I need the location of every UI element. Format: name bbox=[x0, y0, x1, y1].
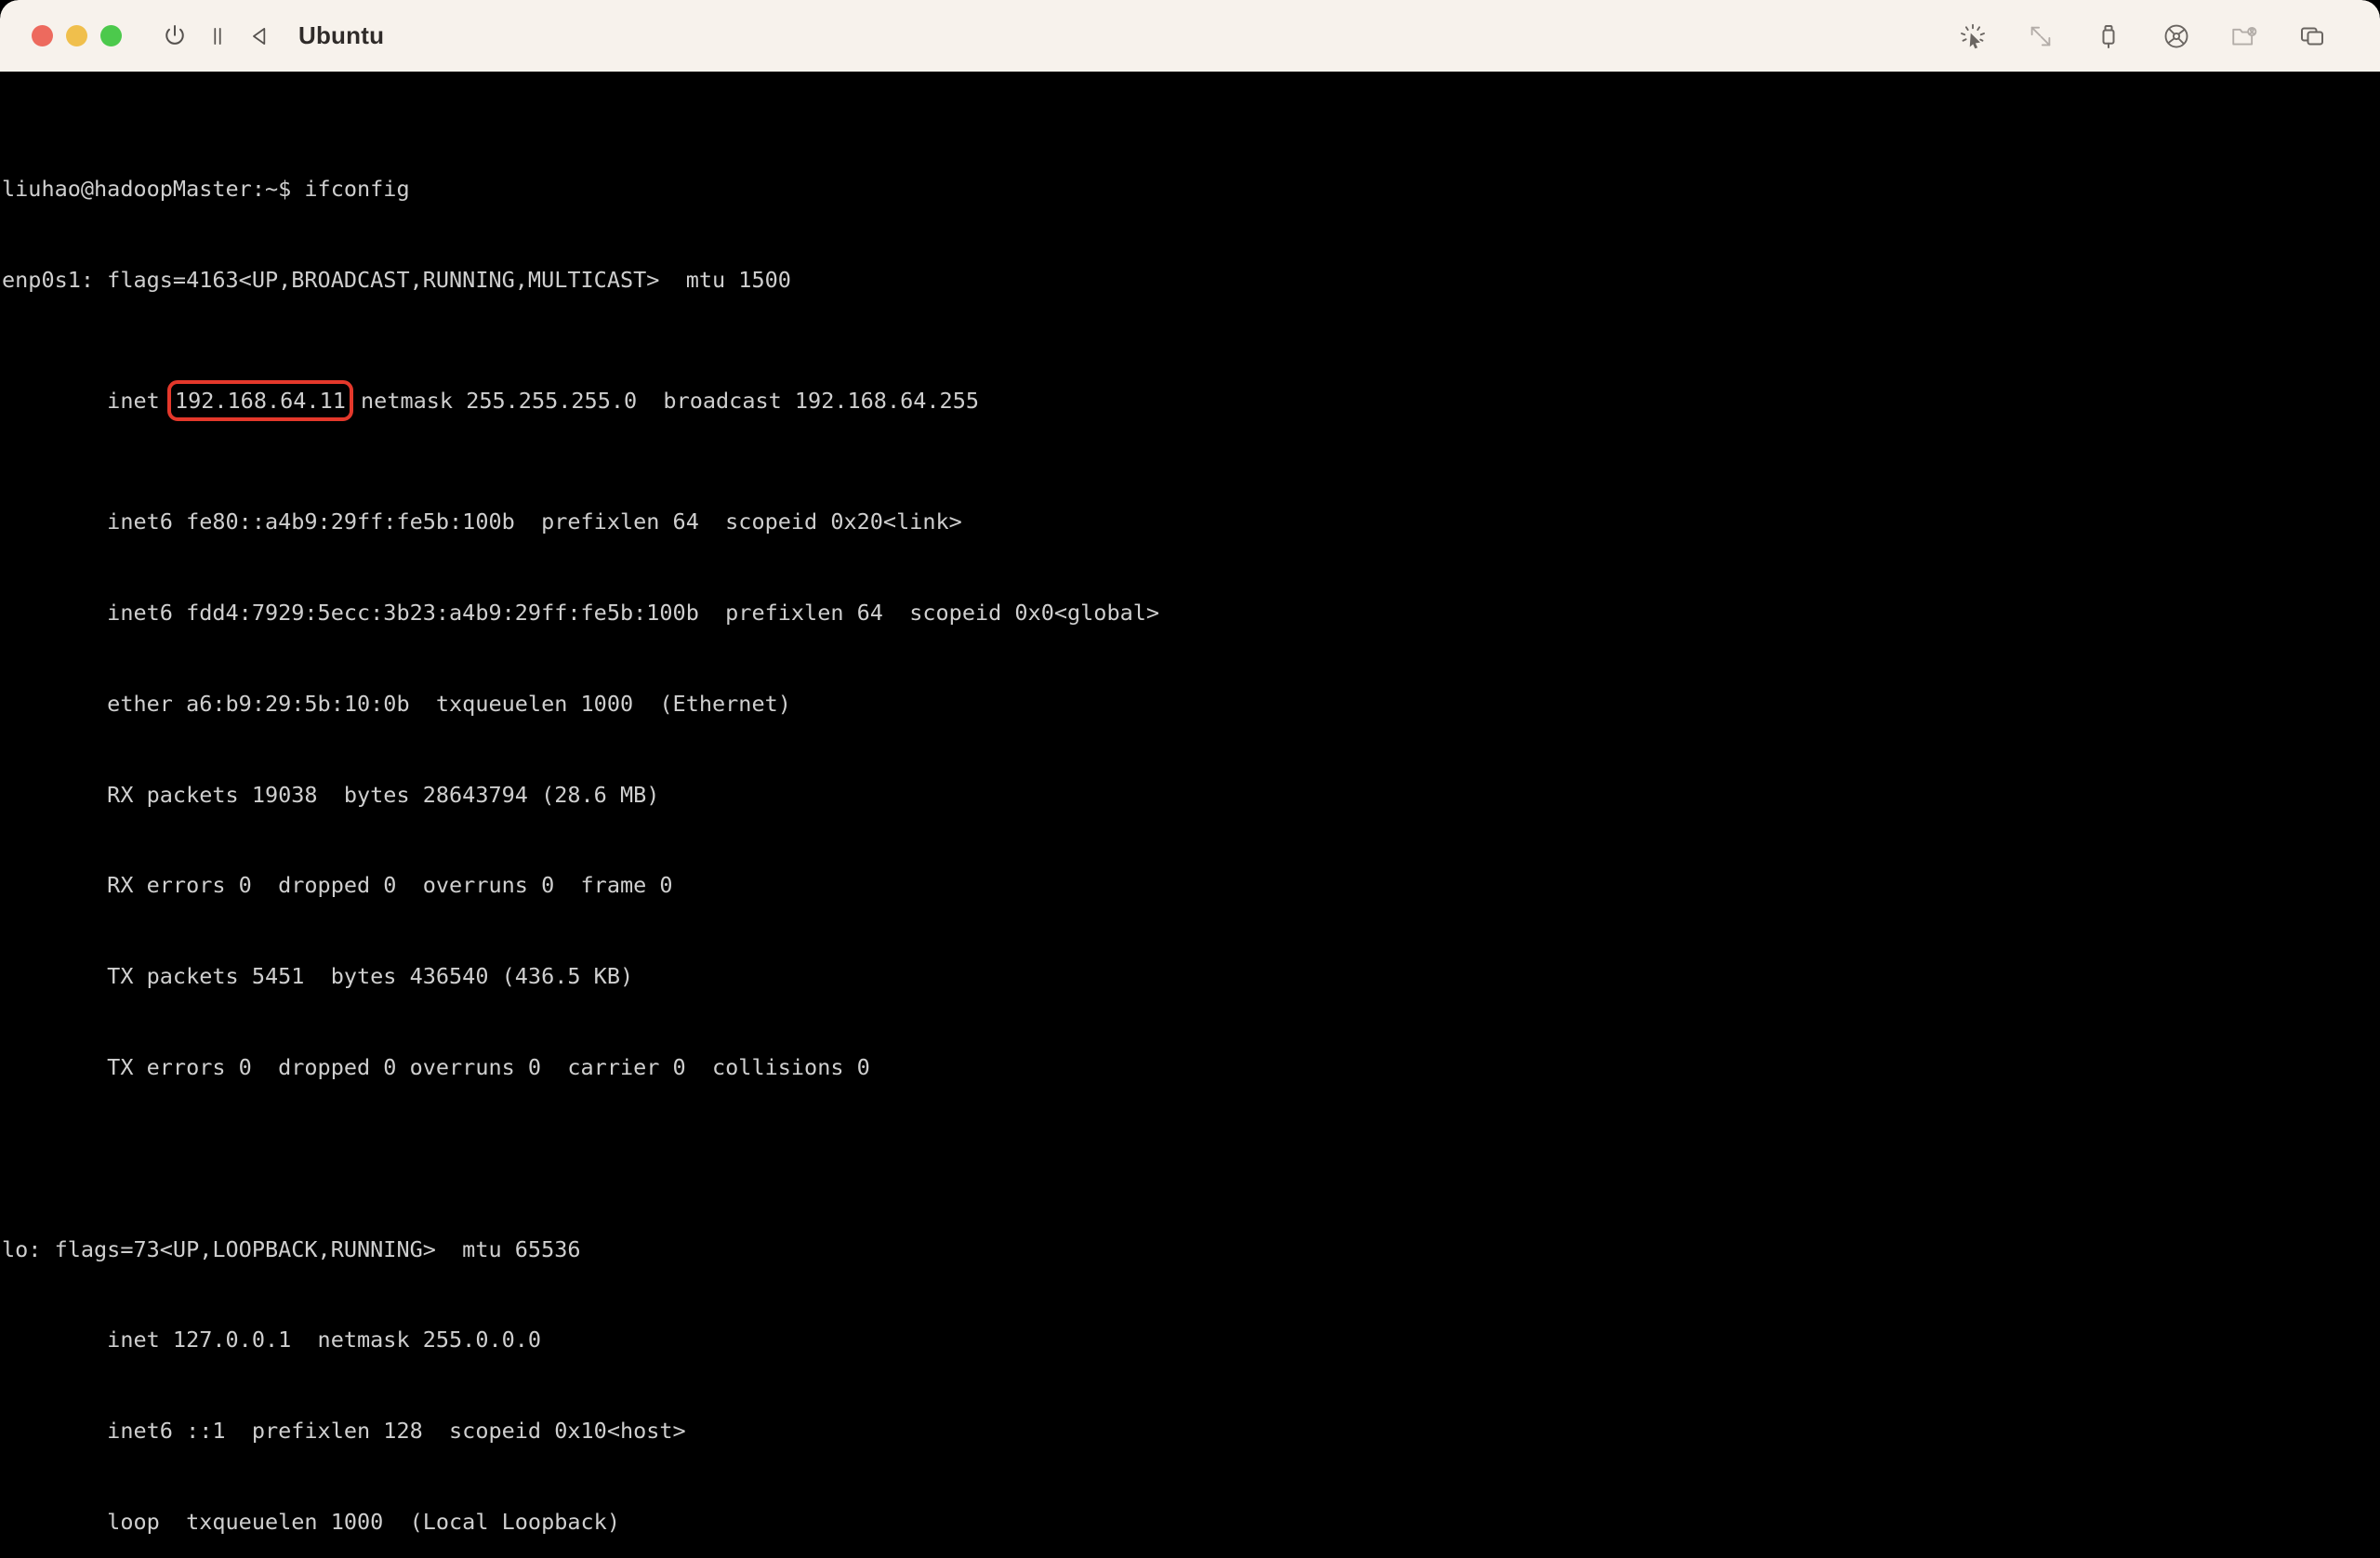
terminal-line-inet6-global: inet6 fdd4:7929:5ecc:3b23:a4b9:29ff:fe5b… bbox=[2, 600, 1160, 627]
usb-icon[interactable] bbox=[2087, 15, 2130, 58]
terminal-line-ether: ether a6:b9:29:5b:10:0b txqueuelen 1000 … bbox=[2, 690, 791, 717]
terminal-line-inet6-link: inet6 fe80::a4b9:29ff:fe5b:100b prefixle… bbox=[2, 508, 962, 535]
terminal-line-tx-errors-enp0s1: TX errors 0 dropped 0 overruns 0 carrier… bbox=[2, 1054, 870, 1080]
close-window-button[interactable] bbox=[32, 25, 53, 46]
maximize-window-button[interactable] bbox=[100, 25, 122, 46]
resize-arrows-icon[interactable] bbox=[2019, 15, 2062, 58]
window-titlebar: Ubuntu bbox=[0, 0, 2380, 72]
terminal-line-tx-packets-enp0s1: TX packets 5451 bytes 436540 (436.5 KB) bbox=[2, 963, 634, 990]
terminal-output: liuhao@hadoopMaster:~$ ifconfig enp0s1: … bbox=[0, 83, 2380, 1558]
terminal-screen[interactable]: liuhao@hadoopMaster:~$ ifconfig enp0s1: … bbox=[0, 72, 2380, 1558]
terminal-line-inet-ipv4: inet 192.168.64.11 netmask 255.255.255.0… bbox=[0, 380, 2380, 421]
pause-icon[interactable] bbox=[196, 15, 239, 58]
highlighted-ip-address: 192.168.64.11 bbox=[166, 380, 353, 421]
back-icon[interactable] bbox=[239, 15, 282, 58]
terminal-line-command: liuhao@hadoopMaster:~$ ifconfig bbox=[2, 175, 410, 202]
traffic-lights bbox=[32, 25, 122, 46]
power-icon[interactable] bbox=[153, 15, 196, 58]
minimize-window-button[interactable] bbox=[66, 25, 87, 46]
shared-folder-icon[interactable] bbox=[2223, 15, 2266, 58]
terminal-line-lo-loop: loop txqueuelen 1000 (Local Loopback) bbox=[2, 1508, 620, 1535]
terminal-line-lo-inet6: inet6 ::1 prefixlen 128 scopeid 0x10<hos… bbox=[2, 1418, 686, 1445]
titlebar-tool-icons bbox=[1951, 15, 2334, 58]
terminal-line-iface-lo: lo: flags=73<UP,LOOPBACK,RUNNING> mtu 65… bbox=[2, 1235, 581, 1262]
terminal-line-rx-errors-enp0s1: RX errors 0 dropped 0 overruns 0 frame 0 bbox=[2, 872, 673, 899]
windows-icon[interactable] bbox=[2291, 15, 2334, 58]
terminal-line-lo-inet: inet 127.0.0.1 netmask 255.0.0.0 bbox=[2, 1327, 542, 1353]
cursor-click-icon[interactable] bbox=[1951, 15, 1994, 58]
vm-window: Ubuntu liuhao@hadoopMaster:~$ ifconfig e… bbox=[0, 0, 2380, 1558]
disc-icon[interactable] bbox=[2155, 15, 2198, 58]
window-title: Ubuntu bbox=[298, 21, 385, 49]
terminal-line-rx-packets-enp0s1: RX packets 19038 bytes 28643794 (28.6 MB… bbox=[2, 781, 660, 808]
terminal-line-iface-enp0s1: enp0s1: flags=4163<UP,BROADCAST,RUNNING,… bbox=[2, 266, 791, 293]
